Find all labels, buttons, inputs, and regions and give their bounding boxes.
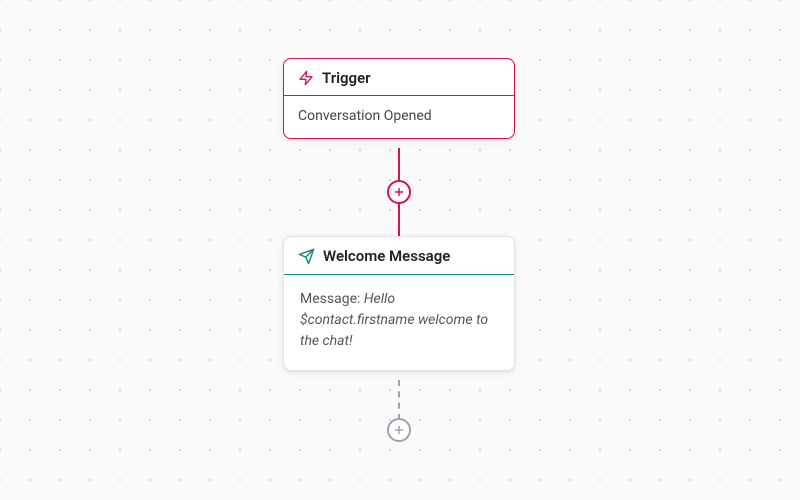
plus-icon [393, 424, 405, 436]
welcome-node-header: Welcome Message [284, 237, 514, 275]
send-icon [298, 248, 315, 265]
trigger-node-header: Trigger [284, 59, 514, 96]
welcome-node-body: Message: Hello $contact.firstname welcom… [284, 275, 514, 370]
plus-icon [393, 186, 405, 198]
automation-canvas[interactable]: Trigger Conversation Opened Welcome Mess… [0, 0, 800, 500]
trigger-node[interactable]: Trigger Conversation Opened [283, 58, 515, 139]
add-step-button-top[interactable] [387, 180, 411, 204]
connector-welcome-to-next [398, 380, 400, 420]
trigger-node-body: Conversation Opened [284, 96, 514, 138]
trigger-node-title: Trigger [322, 69, 371, 87]
add-step-button-bottom[interactable] [387, 418, 411, 442]
lightning-icon [298, 70, 314, 86]
welcome-message-node[interactable]: Welcome Message Message: Hello $contact.… [283, 236, 515, 371]
welcome-node-title: Welcome Message [323, 247, 450, 265]
message-label: Message: [300, 291, 364, 307]
